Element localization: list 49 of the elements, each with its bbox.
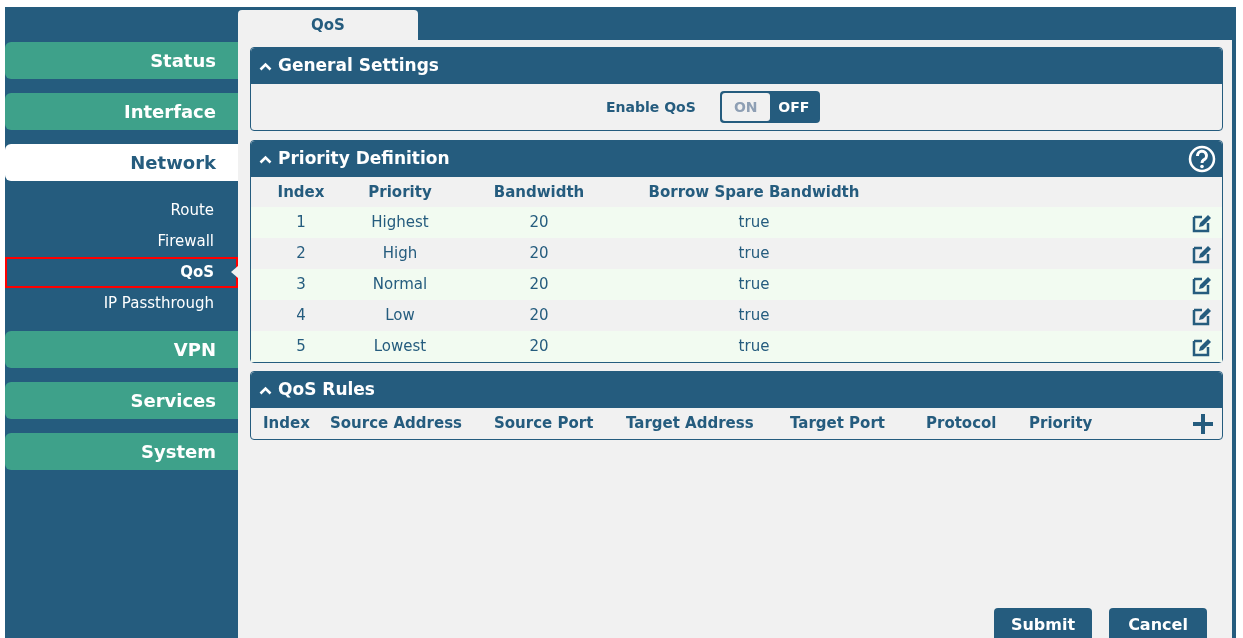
nav-subitem[interactable]: IP Passthrough (5, 288, 238, 319)
table-cell-text: 20 (528, 212, 550, 234)
table-cell-text: true (737, 274, 771, 296)
collapse-icon[interactable] (259, 154, 272, 164)
action-button[interactable]: Submit (994, 608, 1092, 638)
column-header: Source Address (330, 413, 463, 435)
collapse-icon[interactable] (259, 385, 272, 395)
add-icon[interactable] (1192, 412, 1214, 435)
column-header: Source Port (494, 413, 595, 435)
table-cell-text: 2 (295, 243, 307, 265)
table-cell-text: Highest (370, 212, 430, 234)
nav-item[interactable]: Network (5, 144, 238, 181)
toggle-switch[interactable]: ON OFF (719, 91, 820, 123)
table-cell-text: 20 (528, 243, 550, 265)
table-cell-text: true (737, 336, 771, 358)
nav-subitem[interactable]: QoS (5, 257, 238, 288)
table-cell-text: Normal (371, 274, 429, 296)
table-cell-text: Lowest (372, 336, 428, 358)
table-cell-text: Low (384, 305, 416, 327)
column-header: Bandwidth (492, 181, 586, 203)
table-cell-text: 20 (528, 305, 550, 327)
help-icon[interactable] (1188, 145, 1216, 173)
table-cell-text: 20 (528, 336, 550, 358)
tab[interactable]: QoS (238, 10, 418, 40)
nav-subitem[interactable]: Firewall (5, 226, 238, 257)
panel-title[interactable]: Priority Definition (278, 146, 450, 172)
table-cell-text: 20 (528, 274, 550, 296)
table-cell-text: 3 (295, 274, 307, 296)
column-header: Target Address (626, 413, 755, 435)
table-cell-text: 5 (295, 336, 307, 358)
column-header: Protocol (926, 413, 998, 435)
table-cell-text: 1 (295, 212, 307, 234)
nav-subitem[interactable]: Route (5, 195, 238, 226)
field-label: Enable QoS (606, 97, 696, 117)
table-cell-text: true (737, 243, 771, 265)
column-header: Priority (367, 181, 433, 203)
table-cell-text: High (381, 243, 419, 265)
table-cell-text: true (737, 212, 771, 234)
collapse-icon[interactable] (259, 61, 272, 71)
column-header: Target Port (790, 413, 886, 435)
panel-title[interactable]: General Settings (278, 53, 439, 79)
table-cell-text: true (737, 305, 771, 327)
table-cell-text: 4 (295, 305, 307, 327)
panel-title[interactable]: QoS Rules (278, 377, 375, 403)
action-button[interactable]: Cancel (1109, 608, 1207, 638)
column-header: Priority (1029, 413, 1094, 435)
column-header: Index (263, 413, 311, 435)
column-header: Index (276, 181, 326, 203)
column-header: Borrow Spare Bandwidth (647, 181, 861, 203)
